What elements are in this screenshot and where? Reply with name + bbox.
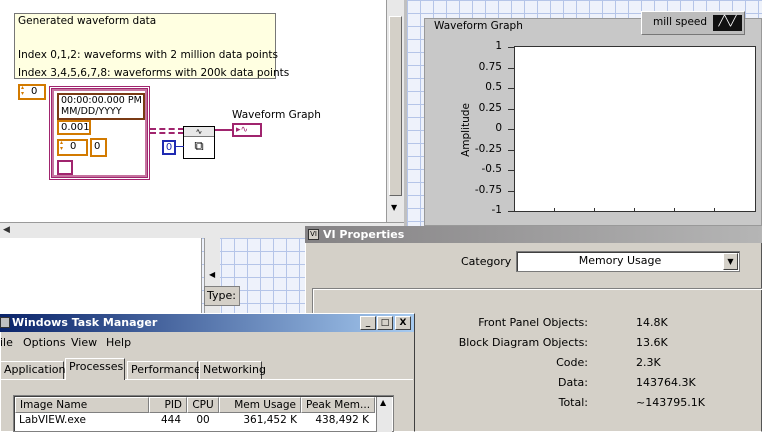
index-array-icon: ⧉ (194, 139, 204, 154)
block-diagram-canvas[interactable]: Generated waveform data Index 0,1,2: wav… (0, 0, 404, 222)
y-tick-mark (508, 190, 514, 192)
list-scrollbar[interactable]: ▲ (376, 397, 392, 432)
process-peak-mem: 438,492 K (315, 414, 369, 426)
diagram-vertical-scrollbar[interactable]: ▼ (386, 0, 404, 222)
column-pid[interactable]: PID (149, 397, 187, 413)
memory-row-label: Total: (558, 396, 588, 409)
vi-properties-titlebar[interactable]: VI Properties (305, 226, 762, 243)
chevron-down-icon[interactable]: ▼ (723, 253, 738, 270)
y-tick-label: 0 (495, 122, 502, 134)
column-peak-mem[interactable]: Peak Mem... (301, 397, 375, 413)
diagram-comment: Generated waveform data Index 0,1,2: wav… (14, 13, 290, 79)
context-help-pane (0, 238, 202, 314)
y-tick-label: -1 (491, 204, 502, 216)
column-cpu[interactable]: CPU (187, 397, 219, 413)
y-tick-label: -0.25 (474, 142, 502, 155)
memory-row-label: Front Panel Objects: (478, 316, 588, 329)
memory-row-value: 2.3K (636, 356, 661, 369)
attributes-variant[interactable] (57, 160, 73, 175)
tab-applications[interactable]: Applications (0, 361, 71, 379)
category-label: Category (461, 255, 512, 268)
y-tick-label: 1 (495, 40, 502, 52)
y-tick-mark (508, 129, 514, 130)
minimize-button[interactable]: _ (360, 316, 376, 330)
process-mem: 361,452 K (243, 414, 297, 426)
waveform-wire[interactable] (150, 128, 184, 134)
tab-networking[interactable]: Networking (199, 361, 266, 379)
column-image-name[interactable]: Image Name (15, 397, 149, 413)
comment-line: Index 0,1,2: waveforms with 2 million da… (18, 49, 279, 61)
y-tick-mark (508, 108, 514, 110)
memory-row-label: Block Diagram Objects: (458, 336, 588, 349)
type-label: Type: (204, 286, 240, 306)
y-tick-mark (508, 211, 514, 212)
y-tick-mark (508, 67, 514, 69)
menu-view[interactable]: View (71, 336, 97, 349)
x-tick-mark (714, 208, 715, 212)
x-tick-mark (674, 208, 675, 212)
array-index-control[interactable]: 0 (18, 84, 46, 100)
y-tick-mark (508, 88, 514, 89)
category-select[interactable]: Memory Usage (516, 251, 740, 272)
y-tick-label: -0.75 (474, 183, 502, 196)
task-manager-titlebar[interactable]: Windows Task Manager (0, 314, 414, 332)
scroll-arrow-icon[interactable]: ◀ (209, 270, 215, 279)
menu-file[interactable]: ile (0, 336, 13, 349)
index-constant[interactable]: 0 (162, 140, 176, 155)
menu-options[interactable]: Options (23, 336, 65, 349)
vi-icon: VI (308, 229, 319, 240)
maximize-button[interactable]: □ (377, 316, 393, 330)
scroll-down-icon[interactable]: ▼ (391, 203, 397, 212)
y-tick-mark (508, 149, 514, 151)
index-wire[interactable] (176, 146, 184, 147)
close-button[interactable]: X (395, 316, 411, 330)
y-tick-label: 0.5 (485, 81, 502, 93)
tab-performance[interactable]: Performance (127, 361, 201, 379)
x-tick-mark (634, 208, 635, 212)
legend-series-name: mill speed (653, 16, 708, 28)
graph-wire[interactable] (215, 129, 232, 131)
memory-row-label: Data: (558, 376, 588, 389)
scroll-left-icon[interactable]: ◀ (3, 225, 10, 235)
timestamp-time: 00:00:00.000 PM (61, 95, 142, 106)
terminal-label: Waveform Graph (232, 109, 321, 121)
waveform-graph-terminal[interactable]: ▸∿ (232, 123, 262, 137)
process-name[interactable]: LabVIEW.exe (19, 414, 86, 426)
menu-help[interactable]: Help (106, 336, 131, 349)
build-waveform-subvi[interactable]: ∿ ⧉ (183, 126, 215, 159)
memory-row-value: ~143795.1K (636, 396, 705, 409)
memory-row-value: 143764.3K (636, 376, 696, 389)
memory-row-value: 13.6K (636, 336, 668, 349)
y-tick-label: 0.25 (478, 101, 502, 114)
comment-line: Generated waveform data (18, 15, 157, 27)
x-tick-mark (554, 208, 555, 212)
y-tick-label: 0.75 (478, 60, 502, 73)
task-manager-icon (0, 317, 10, 328)
scroll-up-icon[interactable]: ▲ (380, 398, 386, 407)
tab-processes[interactable]: Processes (65, 358, 125, 380)
y-tick-mark (508, 47, 514, 48)
dt-constant[interactable]: 0.001 (57, 120, 91, 135)
plot-area[interactable] (514, 46, 756, 212)
scrollbar-thumb[interactable] (389, 16, 402, 196)
memory-row-label: Code: (556, 356, 588, 369)
legend-line-icon[interactable]: ╱╲╱ (713, 15, 742, 31)
waveform-cluster-constant[interactable]: 00:00:00.000 PM MM/DD/YYYY 0.001 0 0 (49, 86, 150, 180)
timestamp-date: MM/DD/YYYY (61, 106, 122, 117)
timestamp-constant[interactable]: 00:00:00.000 PM MM/DD/YYYY (57, 93, 145, 120)
y-tick-label: -0.5 (481, 163, 503, 175)
memory-row-value: 14.8K (636, 316, 668, 329)
y-array-value[interactable]: 0 (90, 138, 107, 157)
process-pid: 444 (160, 414, 181, 426)
process-cpu: 00 (196, 414, 210, 426)
column-mem-usage[interactable]: Mem Usage (219, 397, 301, 413)
sine-wave-icon: ∿ (184, 127, 214, 137)
y-array-index[interactable]: 0 (57, 139, 88, 156)
graph-title: Waveform Graph (434, 20, 523, 32)
x-tick-mark (594, 208, 595, 212)
y-tick-mark (508, 170, 514, 171)
comment-line: Index 3,4,5,6,7,8: waveforms with 200k d… (18, 67, 290, 79)
